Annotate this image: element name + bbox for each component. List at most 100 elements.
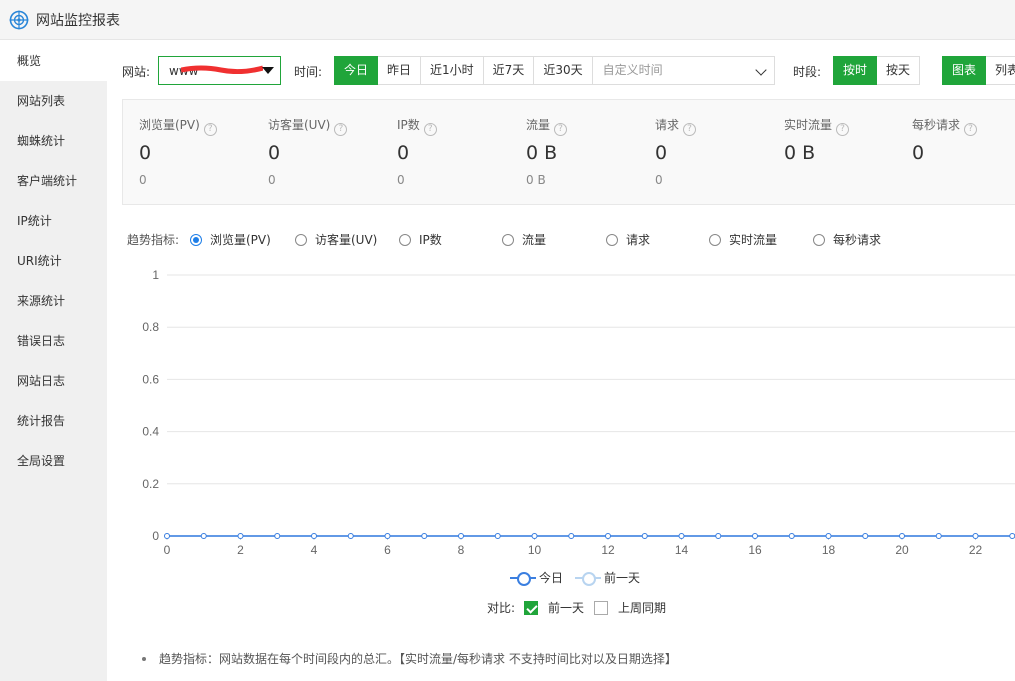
- radio-indicator: [190, 233, 202, 246]
- custom-time-picker[interactable]: 自定义时间: [592, 56, 775, 85]
- compare-previous-day[interactable]: 前一天: [524, 599, 584, 616]
- view-chart-button[interactable]: 图表: [942, 56, 987, 85]
- period-hourly-button[interactable]: 按时: [833, 56, 878, 85]
- data-point: [752, 533, 758, 539]
- data-point: [825, 533, 832, 539]
- data-point: [605, 533, 611, 539]
- y-tick-label: 0.2: [142, 477, 159, 491]
- stat-value: 0: [268, 142, 281, 164]
- sidebar-item-spider-stats[interactable]: 蜘蛛统计: [0, 121, 107, 161]
- legend-item-today[interactable]: 今日: [510, 569, 563, 586]
- time-label: 时间:: [294, 65, 323, 79]
- x-tick-label: 8: [458, 543, 465, 557]
- help-icon[interactable]: ?: [423, 123, 437, 136]
- custom-time-placeholder: 自定义时间: [602, 63, 663, 77]
- data-point: [788, 533, 795, 539]
- x-tick-label: 4: [311, 543, 318, 557]
- time-yesterday-button[interactable]: 昨日: [378, 56, 422, 85]
- data-point: [1009, 533, 1015, 539]
- data-point: [421, 533, 428, 539]
- trend-radio-ip[interactable]: IP数: [399, 231, 442, 248]
- x-tick-label: 10: [528, 543, 542, 557]
- trend-radio-requests[interactable]: 请求: [606, 231, 650, 248]
- stat-previous: 0: [397, 173, 405, 187]
- trend-radio-traffic[interactable]: 流量: [502, 231, 546, 248]
- checkbox-label: 前一天: [548, 601, 585, 615]
- period-group: 按时 按天: [833, 56, 921, 85]
- compare-label: 对比:: [487, 601, 516, 615]
- data-point: [311, 533, 317, 539]
- help-icon[interactable]: ?: [964, 123, 978, 136]
- stat-value: 0 B: [784, 142, 816, 164]
- trend-radio-pv[interactable]: 浏览量(PV): [190, 231, 271, 248]
- x-tick-label: 6: [384, 543, 391, 557]
- legend-item-previous-day[interactable]: 前一天: [575, 569, 640, 586]
- help-icon[interactable]: ?: [683, 123, 697, 136]
- x-tick-label: 14: [675, 543, 689, 557]
- checkbox: [524, 600, 538, 615]
- x-tick-label: 16: [748, 543, 762, 557]
- radio-label: 流量: [522, 233, 547, 247]
- radio-label: 每秒请求: [833, 233, 882, 247]
- stat-value: 0: [397, 142, 410, 164]
- help-icon[interactable]: ?: [203, 123, 217, 136]
- stat-value: 0 B: [526, 142, 558, 164]
- stat-name: 请求: [655, 118, 680, 132]
- data-point: [715, 533, 722, 539]
- radio-indicator: [502, 233, 514, 246]
- legend-marker-icon: [510, 571, 536, 586]
- data-point: [458, 533, 464, 539]
- x-tick-label: 18: [822, 543, 836, 557]
- help-icon[interactable]: ?: [334, 123, 348, 136]
- time-last-7-days-button[interactable]: 近7天: [483, 56, 535, 85]
- filter-toolbar: 网站: www 时间: 今日 昨日 近1小时 近7天 近30天 自定义时间 时段…: [107, 41, 1015, 99]
- stat-value: 0: [139, 142, 152, 164]
- checkbox: [594, 600, 608, 615]
- period-daily-button[interactable]: 按天: [877, 56, 921, 85]
- x-tick-label: 0: [164, 543, 171, 557]
- stat-value: 0: [912, 142, 925, 164]
- data-point: [641, 533, 648, 539]
- window-title: 网站监控报表: [36, 12, 120, 29]
- y-tick-label: 1: [152, 268, 159, 282]
- help-icon[interactable]: ?: [836, 123, 850, 136]
- compare-last-week[interactable]: 上周同期: [594, 599, 666, 616]
- y-tick-label: 0.8: [142, 320, 159, 334]
- sidebar-item-client-stats[interactable]: 客户端统计: [0, 161, 107, 201]
- data-point: [568, 533, 575, 539]
- site-label: 网站:: [122, 65, 151, 79]
- stat-previous: 0: [655, 173, 663, 187]
- time-range-group: 今日 昨日 近1小时 近7天 近30天 自定义时间: [334, 56, 775, 85]
- radio-label: 实时流量: [729, 233, 778, 247]
- sidebar-item-site-list[interactable]: 网站列表: [0, 81, 107, 121]
- data-point: [862, 533, 869, 539]
- trend-radio-realtime-traffic[interactable]: 实时流量: [709, 231, 777, 248]
- legend-marker-icon: [575, 571, 601, 586]
- help-icon[interactable]: ?: [554, 123, 568, 136]
- view-list-button[interactable]: 列表: [986, 56, 1015, 85]
- trend-metric-label: 趋势指标:: [127, 233, 180, 247]
- stat-name: 访客量(UV): [268, 118, 331, 132]
- radio-label: 访客量(UV): [315, 233, 378, 247]
- site-select[interactable]: www: [158, 56, 281, 85]
- time-today-button[interactable]: 今日: [334, 56, 379, 85]
- data-point: [678, 533, 685, 539]
- time-last-30-days-button[interactable]: 近30天: [534, 56, 593, 85]
- time-last-hour-button[interactable]: 近1小时: [421, 56, 484, 85]
- legend-label: 今日: [539, 571, 564, 585]
- x-tick-label: 2: [237, 543, 244, 557]
- stat-value: 0: [655, 142, 668, 164]
- sidebar-item-ip-stats[interactable]: IP统计: [0, 201, 107, 241]
- data-point: [899, 533, 905, 539]
- radio-indicator: [606, 233, 618, 246]
- title-bar: 网站监控报表: [0, 0, 1015, 40]
- sidebar-item-overview[interactable]: 概览: [0, 41, 107, 81]
- trend-radio-uv[interactable]: 访客量(UV): [295, 231, 377, 248]
- data-point: [972, 533, 979, 539]
- stat-name: 每秒请求: [912, 118, 961, 132]
- trend-radio-requests-per-second[interactable]: 每秒请求: [813, 231, 881, 248]
- stats-panel: 浏览量(PV)? 0 0 访客量(UV)? 0 0 IP数? 0 0 流量? 0…: [122, 99, 1015, 205]
- view-mode-group: 图表 列表: [942, 56, 1015, 85]
- radio-indicator: [813, 233, 825, 246]
- radio-indicator: [709, 233, 721, 246]
